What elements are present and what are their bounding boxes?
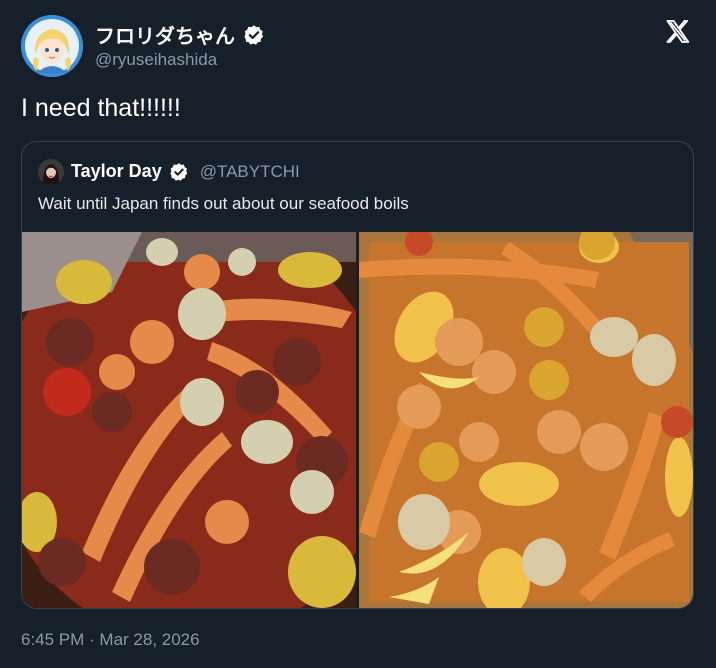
quoted-tweet[interactable]: Taylor Day @TABYTCHI Wait until Japan fi… <box>21 141 694 609</box>
avatar-illustration <box>21 15 83 77</box>
author-avatar[interactable] <box>21 15 83 77</box>
verified-badge-icon <box>243 24 265 46</box>
quoted-header: Taylor Day @TABYTCHI <box>71 161 300 182</box>
quoted-media-grid <box>22 232 693 608</box>
tweet-text: I need that!!!!!! <box>21 94 181 122</box>
author-name-row: フロリダちゃん <box>95 20 265 49</box>
seafood-photo-right-illustration <box>359 232 693 608</box>
seafood-photo-left[interactable] <box>22 232 356 608</box>
quoted-author-avatar[interactable] <box>38 159 64 185</box>
quoted-author-handle[interactable]: @TABYTCHI <box>200 162 300 182</box>
author-handle[interactable]: @ryuseihashida <box>95 50 217 70</box>
quoted-author-name[interactable]: Taylor Day <box>71 161 162 182</box>
tweet-timestamp[interactable]: 6:45 PM · Mar 28, 2026 <box>21 630 200 650</box>
seafood-photo-right[interactable] <box>359 232 693 608</box>
tweet-card: フロリダちゃん @ryuseihashida I need that!!!!!! <box>0 0 716 668</box>
quoted-tweet-text: Wait until Japan finds out about our sea… <box>38 194 409 213</box>
quoted-avatar-photo <box>38 159 64 185</box>
verified-badge-icon <box>169 162 189 182</box>
author-name[interactable]: フロリダちゃん <box>95 20 235 49</box>
seafood-photo-left-illustration <box>22 232 356 608</box>
x-logo-icon[interactable] <box>664 18 692 46</box>
